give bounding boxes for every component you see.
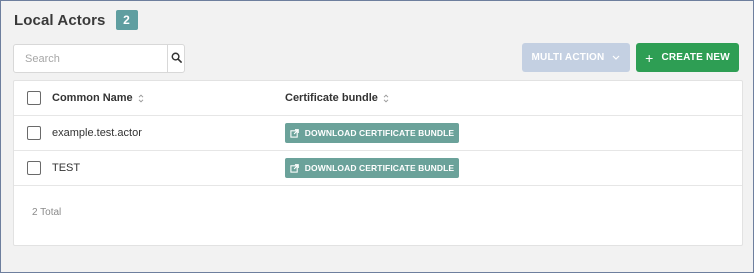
row-checkbox[interactable] (27, 126, 41, 140)
table-header-row: Common Name Certificate bundle (14, 81, 742, 116)
search-button[interactable] (167, 45, 184, 72)
multi-action-label: MULTI ACTION (531, 52, 605, 63)
table-row: example.test.actor DOWNLOAD CERTIFICATE … (14, 116, 742, 151)
actors-table: Common Name Certificate bundle example.t… (13, 80, 743, 246)
download-certificate-button[interactable]: DOWNLOAD CERTIFICATE BUNDLE (285, 158, 459, 178)
chevron-down-icon (612, 53, 620, 62)
common-name-cell: example.test.actor (52, 127, 142, 139)
common-name-cell: TEST (52, 162, 81, 174)
count-badge: 2 (115, 10, 138, 30)
sort-icon (383, 93, 389, 103)
column-header-common-name[interactable]: Common Name (52, 92, 144, 104)
page-frame: Local Actors 2 MULTI ACTION + CREATE NEW… (0, 0, 754, 273)
multi-action-button[interactable]: MULTI ACTION (522, 43, 630, 72)
search-icon (171, 50, 182, 68)
certificate-cell: DOWNLOAD CERTIFICATE BUNDLE (285, 123, 459, 143)
table-row: TEST DOWNLOAD CERTIFICATE BUNDLE (14, 151, 742, 186)
total-count: 2 Total (32, 207, 62, 218)
column-header-certificate-bundle[interactable]: Certificate bundle (285, 92, 389, 104)
page-title: Local Actors (14, 11, 106, 29)
page-header: Local Actors 2 (14, 10, 138, 30)
row-checkbox[interactable] (27, 161, 41, 175)
external-link-icon (290, 163, 299, 173)
sort-icon (138, 93, 144, 103)
select-all-checkbox[interactable] (27, 91, 41, 105)
external-link-icon (290, 128, 299, 138)
create-new-button[interactable]: + CREATE NEW (636, 43, 739, 72)
search-input[interactable] (14, 45, 167, 72)
plus-icon: + (645, 49, 654, 66)
certificate-cell: DOWNLOAD CERTIFICATE BUNDLE (285, 158, 459, 178)
create-new-label: CREATE NEW (661, 52, 730, 63)
download-certificate-button[interactable]: DOWNLOAD CERTIFICATE BUNDLE (285, 123, 459, 143)
search-box (13, 44, 185, 73)
